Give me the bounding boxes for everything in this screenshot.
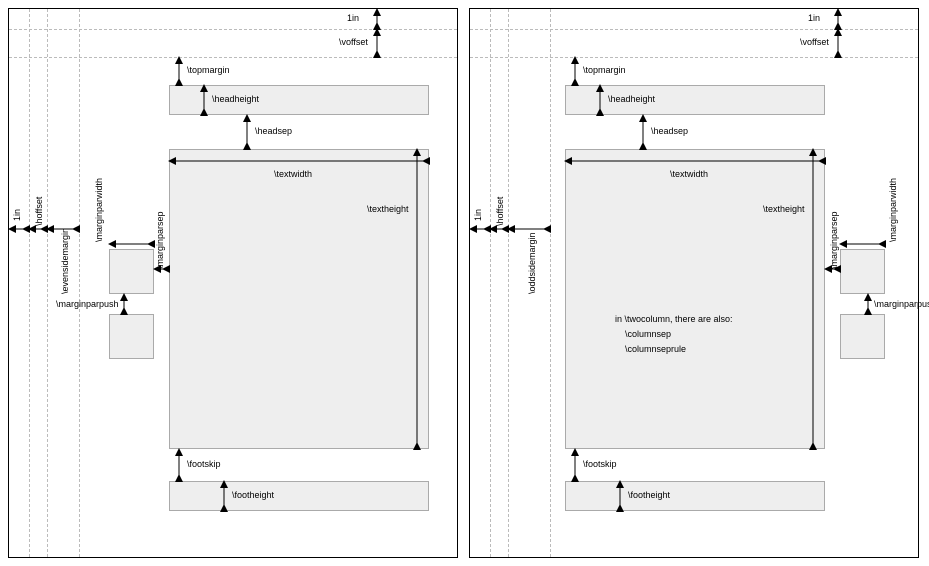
footheight-arrow: [224, 481, 225, 511]
marginpar-box-1: [840, 249, 885, 294]
headheight-label: \headheight: [212, 94, 259, 104]
footer-box: [169, 481, 429, 511]
oddsidemargin-label: \oddsidemargin: [527, 214, 537, 294]
twocolumn-note-1: in \twocolumn, there are also:: [615, 314, 733, 324]
text-body-box: [169, 149, 429, 449]
textheight-arrow: [813, 149, 814, 449]
footskip-label: \footskip: [187, 459, 221, 469]
marginparsep-arrow: [825, 269, 840, 270]
headsep-label: \headsep: [651, 126, 688, 136]
marginparpush-label: \marginparpush: [56, 299, 119, 309]
headsep-arrow: [643, 115, 644, 149]
headsep-label: \headsep: [255, 126, 292, 136]
marginparwidth-arrow: [840, 244, 885, 245]
one-in-h-label: 1in: [473, 201, 483, 221]
header-box: [169, 85, 429, 115]
footheight-label: \footheight: [628, 490, 670, 500]
one-in-v-arrow: [838, 9, 839, 29]
textwidth-arrow: [169, 161, 429, 162]
evensidemargin-label: \evensidemargin: [60, 214, 70, 294]
marginparpush-arrow: [124, 294, 125, 314]
one-in-h-arrow: [470, 229, 490, 230]
marginparwidth-arrow: [109, 244, 154, 245]
marginparwidth-label: \marginparwidth: [94, 162, 104, 242]
one-in-v-arrow: [377, 9, 378, 29]
hoffset-label: \hoffset: [34, 186, 44, 226]
textwidth-arrow: [565, 161, 825, 162]
voffset-label: \voffset: [800, 37, 829, 47]
twocolumn-note-3: \columnseprule: [625, 344, 686, 354]
marginpar-box-1: [109, 249, 154, 294]
headheight-arrow: [600, 85, 601, 115]
textheight-arrow: [417, 149, 418, 449]
marginparsep-label: \marginparsep: [155, 199, 165, 269]
one-in-label: 1in: [347, 13, 359, 23]
marginpar-box-2: [840, 314, 885, 359]
marginparpush-label: \marginparpush: [874, 299, 929, 309]
text-body-box: [565, 149, 825, 449]
latex-layout-diagram: 1in \voffset \topmargin \headheight \hea…: [0, 0, 929, 566]
textheight-label: \textheight: [763, 204, 805, 214]
voffset-arrow: [377, 29, 378, 57]
voffset-arrow: [838, 29, 839, 57]
page-even: 1in \voffset \topmargin \headheight \hea…: [8, 8, 458, 558]
footskip-arrow: [575, 449, 576, 481]
textwidth-label: \textwidth: [670, 169, 708, 179]
hoffset-label: \hoffset: [495, 186, 505, 226]
footheight-label: \footheight: [232, 490, 274, 500]
topmargin-label: \topmargin: [187, 65, 230, 75]
hoffset-arrow: [490, 229, 508, 230]
one-in-h-label: 1in: [12, 201, 22, 221]
marginparpush-arrow: [868, 294, 869, 314]
hoffset-arrow: [29, 229, 47, 230]
footskip-label: \footskip: [583, 459, 617, 469]
page-odd: 1in \voffset \topmargin \headheight \hea…: [469, 8, 919, 558]
headsep-arrow: [247, 115, 248, 149]
voffset-label: \voffset: [339, 37, 368, 47]
footheight-arrow: [620, 481, 621, 511]
topmargin-arrow: [575, 57, 576, 85]
twocolumn-note-2: \columnsep: [625, 329, 671, 339]
marginpar-box-2: [109, 314, 154, 359]
headheight-label: \headheight: [608, 94, 655, 104]
one-in-h-arrow: [9, 229, 29, 230]
marginparsep-arrow: [154, 269, 169, 270]
topmargin-label: \topmargin: [583, 65, 626, 75]
footer-box: [565, 481, 825, 511]
topmargin-arrow: [179, 57, 180, 85]
textwidth-label: \textwidth: [274, 169, 312, 179]
textheight-label: \textheight: [367, 204, 409, 214]
marginparsep-label: \marginparsep: [829, 199, 839, 269]
footskip-arrow: [179, 449, 180, 481]
one-in-label: 1in: [808, 13, 820, 23]
headheight-arrow: [204, 85, 205, 115]
marginparwidth-label: \marginparwidth: [888, 162, 898, 242]
header-box: [565, 85, 825, 115]
